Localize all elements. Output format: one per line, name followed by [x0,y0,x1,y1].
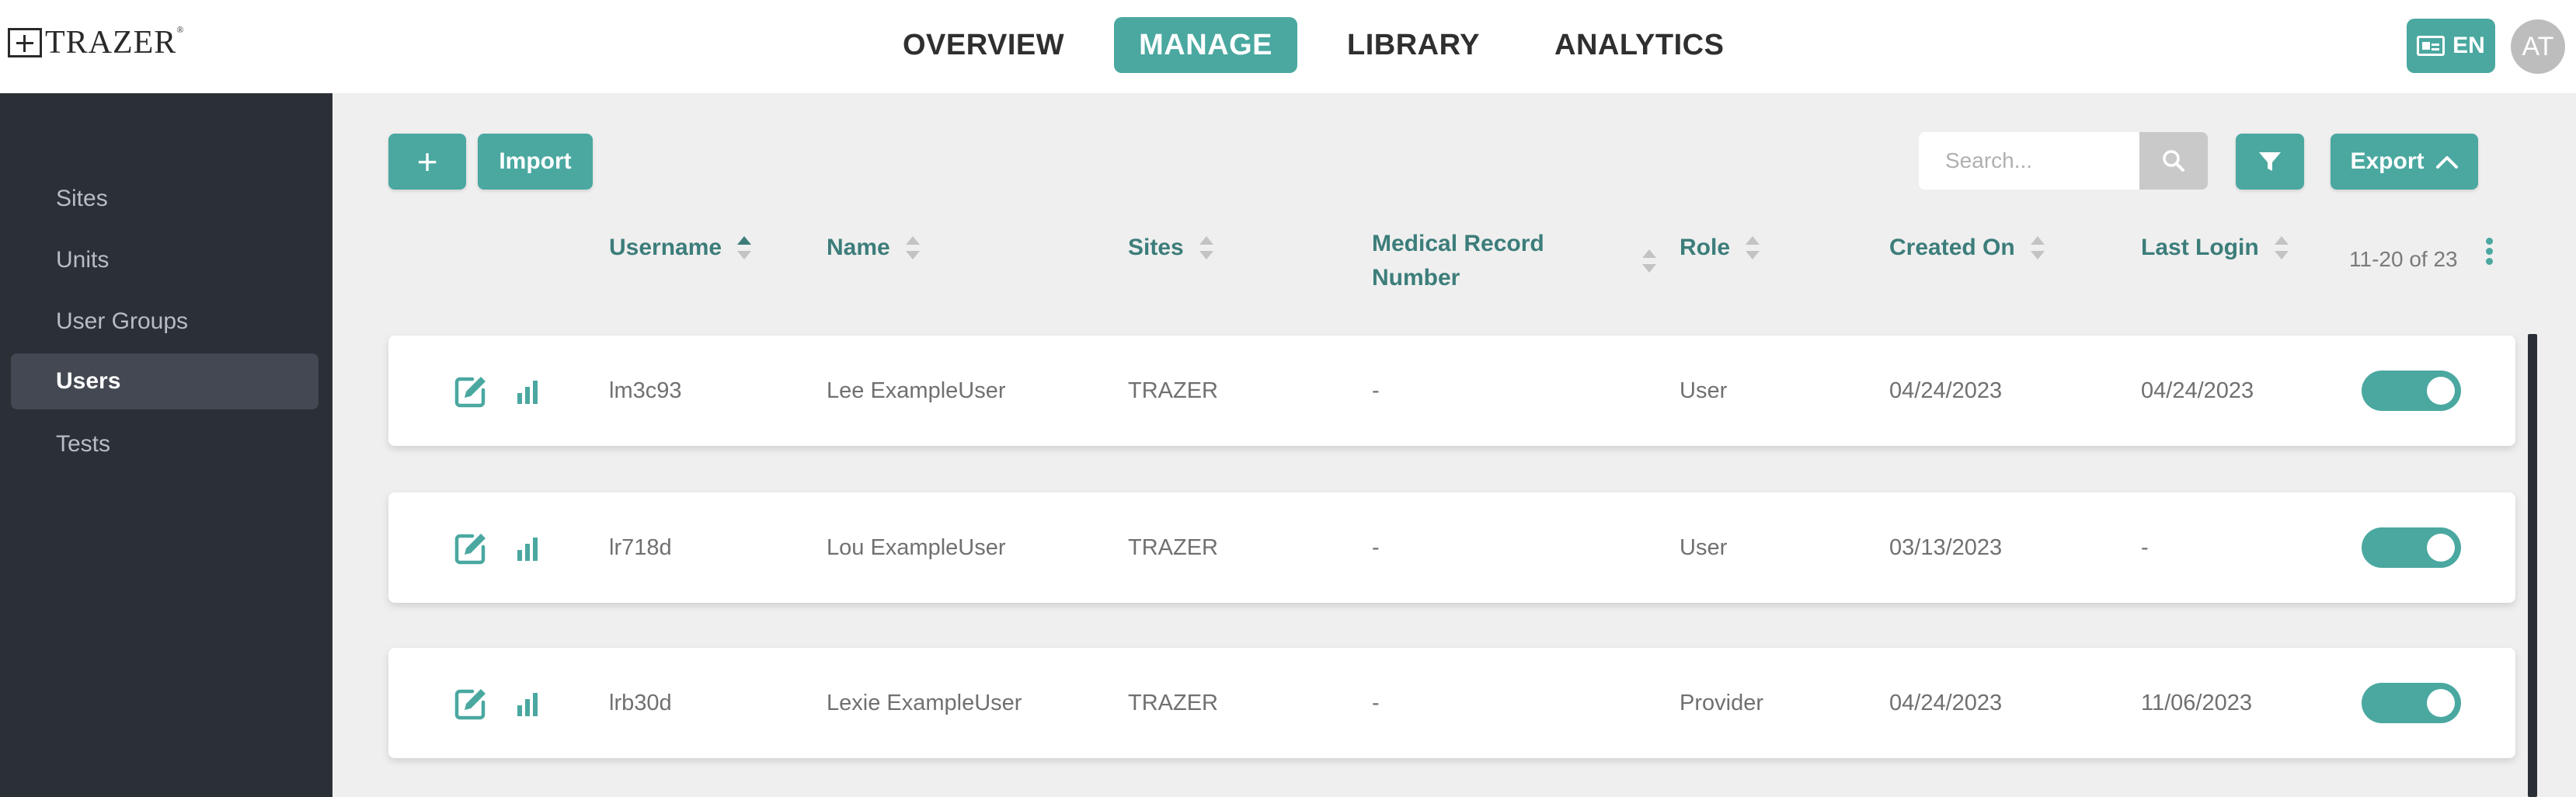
logo-text: TRAZER® [45,24,185,61]
cell-medical-record-number: - [1372,378,1380,403]
cell-username: lm3c93 [609,378,682,403]
add-user-button[interactable]: + [388,134,466,190]
avatar[interactable]: AT [2511,19,2565,74]
chevron-up-icon [2435,156,2458,169]
tab-analytics[interactable]: ANALYTICS [1530,17,1749,73]
cell-sites: TRAZER [1128,378,1218,403]
edit-icon[interactable] [454,531,488,566]
cell-sites: TRAZER [1128,534,1218,560]
cell-name: Lexie ExampleUser [827,690,1022,715]
cell-last-login: 04/24/2023 [2141,378,2254,403]
search-button[interactable] [2139,132,2208,190]
column-header-name[interactable]: Name [827,235,920,261]
trazer-logo[interactable]: TRAZER® [8,24,185,61]
sort-icon [1746,236,1760,259]
cell-role: User [1680,534,1728,560]
cell-role: Provider [1680,690,1763,715]
column-header-created-on[interactable]: Created On [1889,235,2045,261]
stats-icon[interactable] [516,379,539,404]
sort-ascending-icon [737,236,752,259]
column-header-role[interactable]: Role [1680,235,1760,261]
tab-manage[interactable]: MANAGE [1114,17,1298,73]
sort-icon [2030,236,2045,259]
cell-last-login: 11/06/2023 [2141,690,2252,715]
cell-created-on: 04/24/2023 [1889,378,2003,403]
cell-username: lr718d [609,534,672,560]
top-bar: TRAZER® OVERVIEW MANAGE LIBRARY ANALYTIC… [0,0,2576,93]
edit-icon[interactable] [454,687,488,721]
cell-role: User [1680,378,1728,403]
export-button[interactable]: Export [2331,134,2478,190]
active-toggle[interactable] [2362,683,2461,723]
column-header-medical-record-number[interactable]: Medical Record Number [1372,227,1656,295]
edit-icon[interactable] [454,374,488,409]
sidebar: Sites Units User Groups Users Tests [0,93,332,797]
cell-created-on: 03/13/2023 [1889,534,2003,560]
sort-icon [1642,249,1656,273]
sort-icon [2274,236,2289,259]
search-icon [2163,150,2184,172]
filter-icon [2259,152,2281,171]
sort-icon [905,236,920,259]
filter-button[interactable] [2236,134,2304,190]
pagination-status: 11-20 of 23 [2349,247,2458,271]
language-button[interactable]: EN [2407,19,2495,73]
language-label: EN [2452,33,2485,58]
stats-icon[interactable] [516,536,539,561]
sidebar-item-tests[interactable]: Tests [11,416,319,472]
active-toggle[interactable] [2362,527,2461,568]
column-header-sites[interactable]: Sites [1128,235,1213,261]
cell-medical-record-number: - [1372,534,1380,560]
language-card-icon [2417,36,2445,56]
import-button[interactable]: Import [478,134,593,190]
cell-sites: TRAZER [1128,690,1218,715]
sidebar-item-units[interactable]: Units [11,232,319,288]
column-header-username[interactable]: Username [609,235,752,261]
sidebar-item-sites[interactable]: Sites [11,171,319,227]
cell-last-login: - [2141,534,2149,560]
logo-mark-icon [8,28,42,57]
search-box [1919,132,2208,190]
table-row: lm3c93 Lee ExampleUser TRAZER - User 04/… [388,336,2515,446]
sort-icon [1199,236,1213,259]
cell-created-on: 04/24/2023 [1889,690,2003,715]
cell-name: Lee ExampleUser [827,378,1006,403]
export-label: Export [2350,148,2425,174]
active-toggle[interactable] [2362,371,2461,411]
search-input[interactable] [1919,132,2139,190]
cell-name: Lou ExampleUser [827,534,1006,560]
more-options-icon[interactable] [2484,238,2494,269]
tab-overview[interactable]: OVERVIEW [878,17,1089,73]
tab-library[interactable]: LIBRARY [1322,17,1505,73]
sidebar-item-users[interactable]: Users [11,353,319,409]
main-nav: OVERVIEW MANAGE LIBRARY ANALYTICS [878,17,1749,73]
cell-medical-record-number: - [1372,690,1380,715]
stats-icon[interactable] [516,691,539,716]
scrollbar[interactable] [2528,334,2537,797]
table-row: lr718d Lou ExampleUser TRAZER - User 03/… [388,492,2515,603]
cell-username: lrb30d [609,690,672,715]
table-row: lrb30d Lexie ExampleUser TRAZER - Provid… [388,648,2515,758]
column-header-last-login[interactable]: Last Login [2141,235,2289,261]
sidebar-item-user-groups[interactable]: User Groups [11,294,319,350]
